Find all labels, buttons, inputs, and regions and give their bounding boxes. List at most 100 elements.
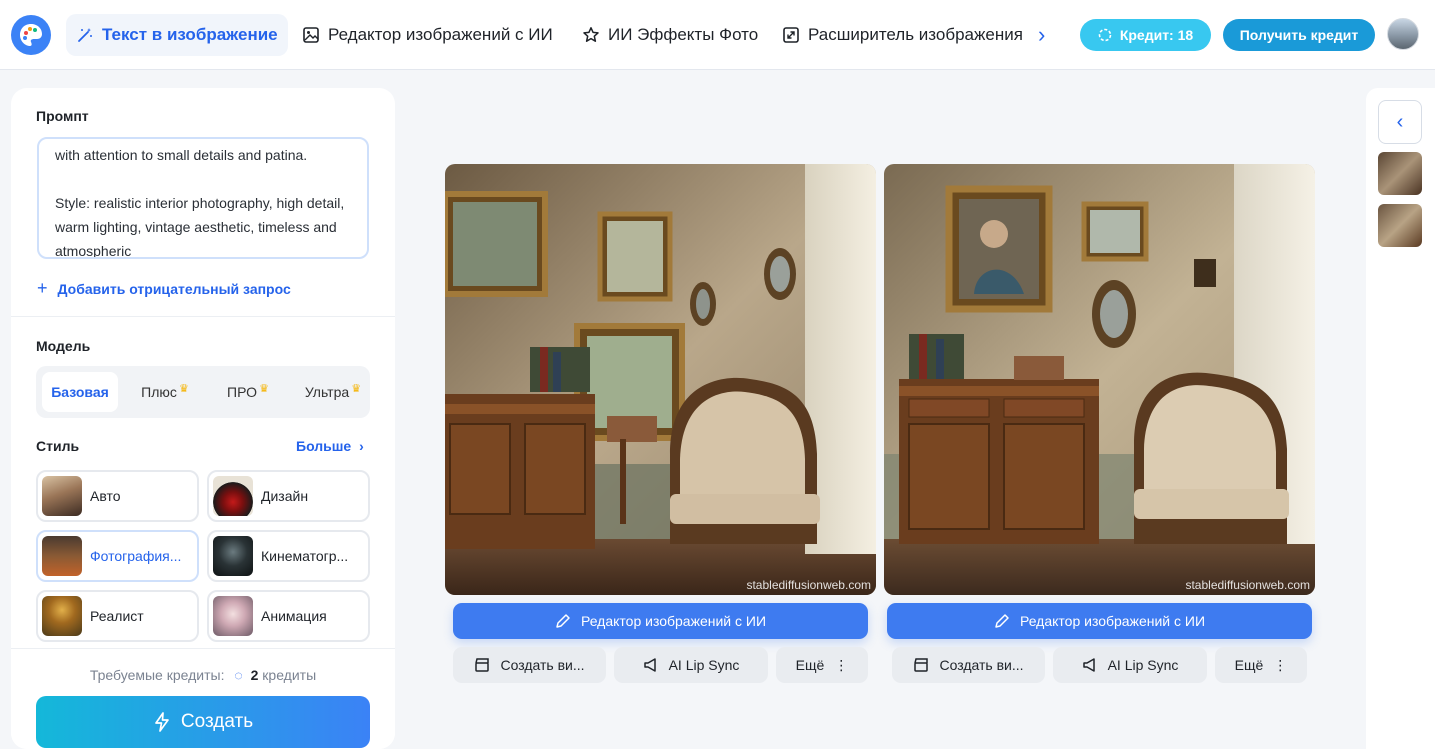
style-card-cinematic[interactable]: Кинематогр...: [207, 530, 370, 582]
model-tabs: Базовая Плюс ♛ ПРО ♛ Ультра ♛: [36, 366, 370, 418]
style-card-animation-label: Анимация: [261, 608, 327, 624]
nav-image-expander[interactable]: Расширитель изображения: [772, 14, 1033, 56]
history-rail: ‹: [1366, 88, 1435, 749]
style-card-animation[interactable]: Анимация: [207, 590, 370, 642]
style-card-cinematic-label: Кинематогр...: [261, 548, 349, 564]
credit-coin-icon: [1098, 28, 1112, 42]
nav-ai-photo-effects[interactable]: ИИ Эффекты Фото: [572, 14, 768, 56]
ai-editor-button-1-label: Редактор изображений с ИИ: [580, 613, 767, 629]
required-credits-unit: кредиты: [262, 667, 317, 683]
model-tab-pro-wrap: ПРО ♛: [227, 383, 269, 400]
style-thumb-photography: [42, 536, 82, 576]
add-negative-prompt-label: Добавить отрицательный запрос: [57, 280, 291, 297]
lip-sync-button-1[interactable]: AI Lip Sync: [614, 647, 768, 683]
create-button-label: Создать: [180, 711, 254, 732]
result-image-2[interactable]: stablediffusionweb.com: [884, 164, 1315, 595]
style-card-photography-label: Фотография...: [90, 548, 182, 564]
model-tab-pro-label: ПРО: [227, 384, 257, 400]
style-card-auto[interactable]: Авто: [36, 470, 199, 522]
credit-badge[interactable]: Кредит: 18: [1080, 19, 1211, 51]
style-card-realist[interactable]: Реалист: [36, 590, 199, 642]
lightning-icon: [155, 712, 169, 732]
model-tab-basic[interactable]: Базовая: [42, 372, 118, 412]
section-divider: [11, 316, 395, 317]
required-credits-value: 2: [250, 667, 259, 683]
more-button-2-label: Ещё: [1234, 657, 1264, 673]
model-tab-basic-label: Базовая: [51, 384, 109, 400]
star-icon: [583, 27, 599, 42]
result-image-1[interactable]: stablediffusionweb.com: [445, 164, 876, 595]
nav-ai-image-editor-label: Редактор изображений с ИИ: [328, 25, 553, 44]
generate-footer: Требуемые кредиты: ◌ 2 кредиты Создать: [11, 648, 395, 749]
nav-image-expander-label: Расширитель изображения: [808, 25, 1023, 44]
vertical-dots-icon: ⋮: [1273, 656, 1288, 673]
user-avatar[interactable]: [1387, 18, 1419, 50]
style-card-auto-label: Авто: [90, 488, 121, 504]
required-credits-label: Требуемые кредиты:: [89, 667, 225, 683]
watermark-1: stablediffusionweb.com: [746, 578, 871, 592]
model-title: Модель: [36, 338, 91, 354]
pencil-icon: [995, 614, 1009, 628]
chevron-right-icon: ›: [359, 438, 364, 454]
model-tab-ultra-label: Ультра: [304, 384, 350, 400]
nav-ai-photo-effects-label: ИИ Эффекты Фото: [608, 25, 759, 44]
model-tab-ultra[interactable]: Ультра ♛: [294, 372, 361, 412]
top-navigation: Текст в изображение Редактор изображений…: [0, 0, 1435, 70]
create-video-button-1[interactable]: Создать ви...: [453, 647, 606, 683]
clapperboard-icon: [914, 658, 929, 672]
style-thumb-auto: [42, 476, 82, 516]
nav-text-to-image[interactable]: Текст в изображение: [66, 14, 288, 56]
create-button[interactable]: Создать: [36, 696, 370, 748]
style-thumb-design: [213, 476, 253, 516]
chevron-left-icon: ‹: [1396, 110, 1404, 133]
result-image-2-art: stablediffusionweb.com: [884, 164, 1315, 595]
result-image-1-art: stablediffusionweb.com: [445, 164, 876, 595]
credit-coin-icon: ◌: [234, 667, 243, 683]
watermark-2: stablediffusionweb.com: [1185, 578, 1310, 592]
vertical-dots-icon: ⋮: [834, 656, 849, 673]
style-card-design-label: Дизайн: [261, 488, 309, 504]
collapse-rail-button[interactable]: ‹: [1378, 100, 1422, 144]
credit-badge-label: Кредит: 18: [1119, 27, 1194, 43]
style-thumb-cinematic: [213, 536, 253, 576]
settings-panel: Промпт with attention to small details a…: [11, 88, 395, 749]
clapperboard-icon: [475, 658, 490, 672]
nav-ai-image-editor[interactable]: Редактор изображений с ИИ: [292, 14, 563, 56]
model-tab-plus[interactable]: Плюс ♛: [128, 372, 190, 412]
create-video-button-1-label: Создать ви...: [500, 657, 585, 673]
plus-icon: +: [37, 278, 48, 298]
image-icon: [303, 27, 319, 43]
style-title: Стиль: [36, 438, 80, 454]
more-button-1[interactable]: Ещё ⋮: [776, 647, 868, 683]
crown-icon: ♛: [259, 383, 269, 395]
nav-next-arrow-icon[interactable]: ›: [1038, 23, 1060, 47]
style-card-photography[interactable]: Фотография...: [36, 530, 199, 582]
create-video-button-2[interactable]: Создать ви...: [892, 647, 1045, 683]
history-thumb-2[interactable]: [1378, 204, 1422, 247]
prompt-input[interactable]: with attention to small details and pati…: [37, 137, 369, 259]
style-thumb-realist: [42, 596, 82, 636]
lip-sync-button-2[interactable]: AI Lip Sync: [1053, 647, 1207, 683]
history-thumb-1[interactable]: [1378, 152, 1422, 195]
add-negative-prompt-link[interactable]: + Добавить отрицательный запрос: [37, 278, 291, 299]
magic-wand-icon: [78, 28, 92, 42]
ai-editor-button-1[interactable]: Редактор изображений с ИИ: [453, 603, 868, 639]
more-styles-link[interactable]: Больше ›: [296, 438, 364, 454]
model-tab-ultra-wrap: Ультра ♛: [304, 383, 361, 400]
create-video-button-2-label: Создать ви...: [939, 657, 1024, 673]
megaphone-icon: [1082, 658, 1095, 672]
ai-editor-button-2[interactable]: Редактор изображений с ИИ: [887, 603, 1312, 639]
palette-icon: [20, 24, 42, 46]
lip-sync-button-2-label: AI Lip Sync: [1107, 657, 1179, 673]
ai-editor-button-2-label: Редактор изображений с ИИ: [1019, 613, 1206, 629]
palette-logo-icon[interactable]: [11, 15, 51, 55]
more-button-1-label: Ещё: [795, 657, 825, 673]
lip-sync-button-1-label: AI Lip Sync: [668, 657, 740, 673]
model-tab-pro[interactable]: ПРО ♛: [216, 372, 269, 412]
style-card-design[interactable]: Дизайн: [207, 470, 370, 522]
more-button-2[interactable]: Ещё ⋮: [1215, 647, 1307, 683]
nav-text-to-image-label: Текст в изображение: [102, 25, 278, 44]
model-tab-plus-label: Плюс: [141, 384, 177, 400]
prompt-text: with attention to small details and pati…: [55, 147, 345, 259]
get-credit-button[interactable]: Получить кредит: [1223, 19, 1375, 51]
